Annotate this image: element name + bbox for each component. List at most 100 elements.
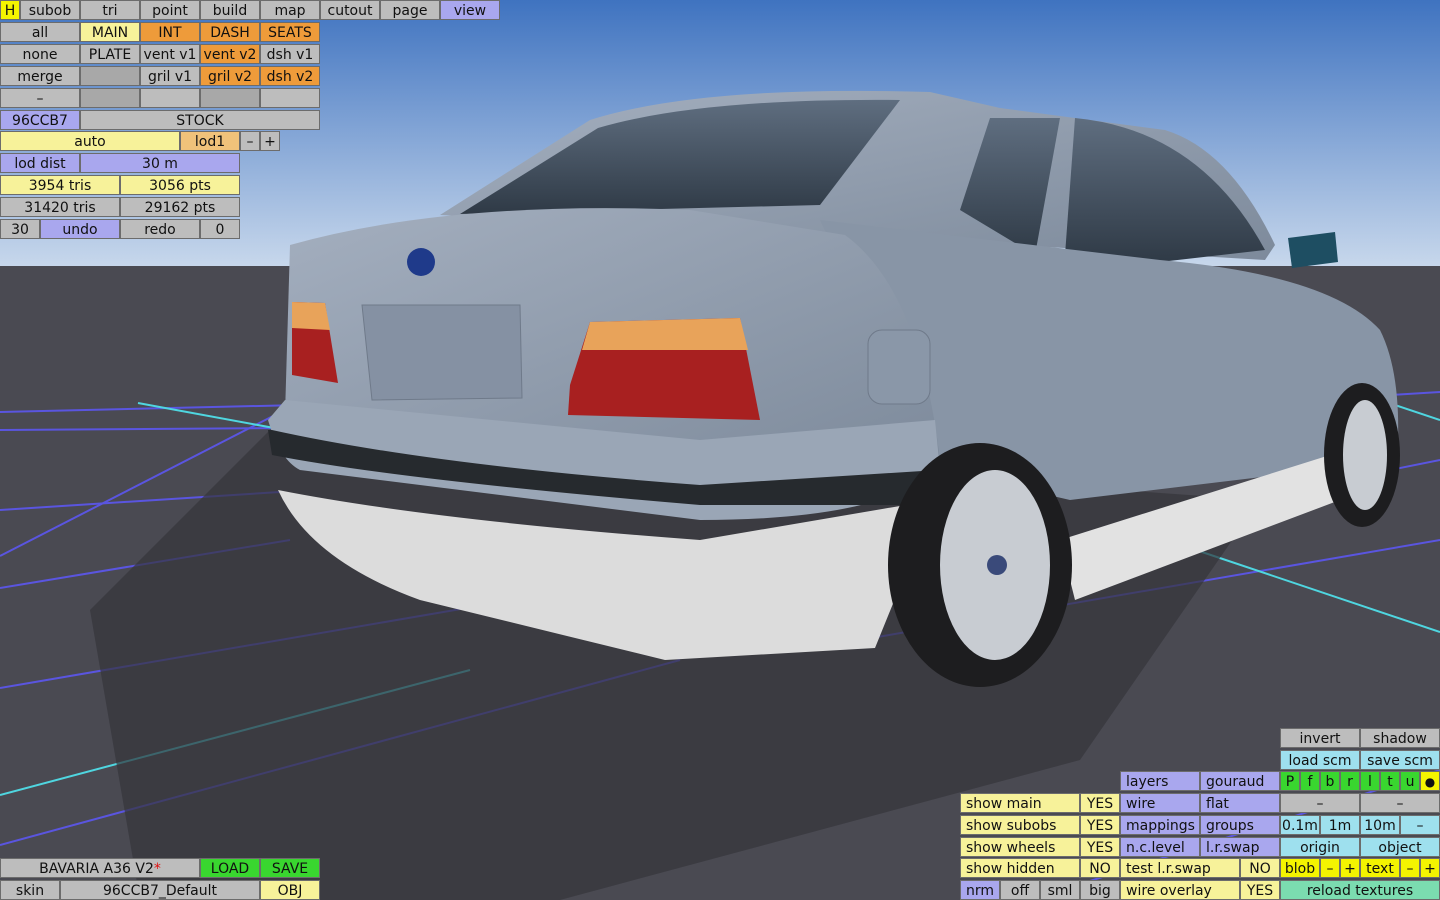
total-tris-count: 31420 tris: [0, 197, 120, 217]
subob-main[interactable]: MAIN: [80, 22, 140, 42]
view-flag-l[interactable]: l: [1360, 771, 1380, 791]
subob-empty-slot[interactable]: [80, 66, 140, 86]
config-name-field[interactable]: STOCK: [80, 110, 320, 130]
view-flag-t[interactable]: t: [1380, 771, 1400, 791]
menu-subob[interactable]: subob: [20, 0, 80, 20]
subob-merge-button[interactable]: merge: [0, 66, 80, 86]
reload-textures-button[interactable]: reload textures: [1280, 880, 1440, 900]
normals-nrm-button[interactable]: nrm: [960, 880, 1000, 900]
lod-mode-button[interactable]: auto: [0, 131, 180, 151]
flat-button[interactable]: flat: [1200, 793, 1280, 813]
layers-button[interactable]: layers: [1120, 771, 1200, 791]
subob-dsh-v1[interactable]: dsh v1: [260, 44, 320, 64]
subob-empty-slot[interactable]: [200, 88, 260, 108]
subob-all-button[interactable]: all: [0, 22, 80, 42]
menu-h[interactable]: H: [0, 0, 20, 20]
wire-overlay-toggle[interactable]: YES: [1240, 880, 1280, 900]
grid-step-1m[interactable]: 1m: [1320, 815, 1360, 835]
grid-step-01m[interactable]: 0.1m: [1280, 815, 1320, 835]
menu-point[interactable]: point: [140, 0, 200, 20]
subob-seats[interactable]: SEATS: [260, 22, 320, 42]
nc-level-button[interactable]: n.c.level: [1120, 837, 1200, 857]
modified-indicator: *: [153, 861, 161, 877]
subob-dsh-v2[interactable]: dsh v2: [260, 66, 320, 86]
blob-minus-button[interactable]: –: [1320, 858, 1340, 878]
menu-cutout[interactable]: cutout: [320, 0, 380, 20]
lod-minus-button[interactable]: –: [240, 131, 260, 151]
show-wheels-toggle[interactable]: YES: [1080, 837, 1120, 857]
object-button[interactable]: object: [1360, 837, 1440, 857]
show-main-label[interactable]: show main: [960, 793, 1080, 813]
show-hidden-label[interactable]: show hidden: [960, 858, 1080, 878]
show-subobs-label[interactable]: show subobs: [960, 815, 1080, 835]
mappings-button[interactable]: mappings: [1120, 815, 1200, 835]
save-button[interactable]: SAVE: [260, 858, 320, 878]
redo-count: 0: [200, 219, 240, 239]
lod-level-button[interactable]: lod1: [180, 131, 240, 151]
shadow-button[interactable]: shadow: [1360, 728, 1440, 748]
show-main-toggle[interactable]: YES: [1080, 793, 1120, 813]
test-lr-swap-label[interactable]: test l.r.swap: [1120, 858, 1240, 878]
obj-export-button[interactable]: OBJ: [260, 880, 320, 900]
subob-empty-slot[interactable]: [140, 88, 200, 108]
invert-button[interactable]: invert: [1280, 728, 1360, 748]
blob-button[interactable]: blob: [1280, 858, 1320, 878]
view-flag-b[interactable]: b: [1320, 771, 1340, 791]
lod-plus-button[interactable]: +: [260, 131, 280, 151]
view-dot-icon[interactable]: ●: [1420, 771, 1440, 791]
text-minus-button[interactable]: –: [1400, 858, 1420, 878]
subob-dash-button[interactable]: –: [0, 88, 80, 108]
view-flag-u[interactable]: u: [1400, 771, 1420, 791]
show-hidden-toggle[interactable]: NO: [1080, 858, 1120, 878]
text-button[interactable]: text: [1360, 858, 1400, 878]
subob-plate[interactable]: PLATE: [80, 44, 140, 64]
pts-count: 3056 pts: [120, 175, 240, 195]
text-plus-button[interactable]: +: [1420, 858, 1440, 878]
normals-sml-button[interactable]: sml: [1040, 880, 1080, 900]
subob-empty-slot[interactable]: [80, 88, 140, 108]
menu-view[interactable]: view: [440, 0, 500, 20]
tris-count: 3954 tris: [0, 175, 120, 195]
redo-button[interactable]: redo: [120, 219, 200, 239]
subob-dash[interactable]: DASH: [200, 22, 260, 42]
load-button[interactable]: LOAD: [200, 858, 260, 878]
subob-none-button[interactable]: none: [0, 44, 80, 64]
spare-button-1[interactable]: –: [1280, 793, 1360, 813]
normals-off-button[interactable]: off: [1000, 880, 1040, 900]
blob-plus-button[interactable]: +: [1340, 858, 1360, 878]
save-scm-button[interactable]: save scm: [1360, 750, 1440, 770]
show-wheels-label[interactable]: show wheels: [960, 837, 1080, 857]
subob-int[interactable]: INT: [140, 22, 200, 42]
menu-build[interactable]: build: [200, 0, 260, 20]
normals-big-button[interactable]: big: [1080, 880, 1120, 900]
groups-button[interactable]: groups: [1200, 815, 1280, 835]
wire-overlay-label[interactable]: wire overlay: [1120, 880, 1240, 900]
skin-selector[interactable]: 96CCB7_Default: [60, 880, 260, 900]
subob-vent-v2[interactable]: vent v2: [200, 44, 260, 64]
view-flag-r[interactable]: r: [1340, 771, 1360, 791]
grid-step-minus[interactable]: –: [1400, 815, 1440, 835]
origin-button[interactable]: origin: [1280, 837, 1360, 857]
load-scm-button[interactable]: load scm: [1280, 750, 1360, 770]
subob-gril-v1[interactable]: gril v1: [140, 66, 200, 86]
menu-tri[interactable]: tri: [80, 0, 140, 20]
lod-dist-value[interactable]: 30 m: [80, 153, 240, 173]
gouraud-button[interactable]: gouraud: [1200, 771, 1280, 791]
model-name: BAVARIA A36 V2*: [0, 858, 200, 878]
subob-empty-slot[interactable]: [260, 88, 320, 108]
lr-swap-button[interactable]: l.r.swap: [1200, 837, 1280, 857]
subob-vent-v1[interactable]: vent v1: [140, 44, 200, 64]
undo-button[interactable]: undo: [40, 219, 120, 239]
show-subobs-toggle[interactable]: YES: [1080, 815, 1120, 835]
menu-page[interactable]: page: [380, 0, 440, 20]
view-flag-p[interactable]: P: [1280, 771, 1300, 791]
view-flag-f[interactable]: f: [1300, 771, 1320, 791]
test-lr-swap-toggle[interactable]: NO: [1240, 858, 1280, 878]
wire-button[interactable]: wire: [1120, 793, 1200, 813]
menu-map[interactable]: map: [260, 0, 320, 20]
color-code-field[interactable]: 96CCB7: [0, 110, 80, 130]
subob-gril-v2[interactable]: gril v2: [200, 66, 260, 86]
spare-button-2[interactable]: –: [1360, 793, 1440, 813]
grid-step-10m[interactable]: 10m: [1360, 815, 1400, 835]
model-name-text: BAVARIA A36 V2: [39, 861, 154, 877]
